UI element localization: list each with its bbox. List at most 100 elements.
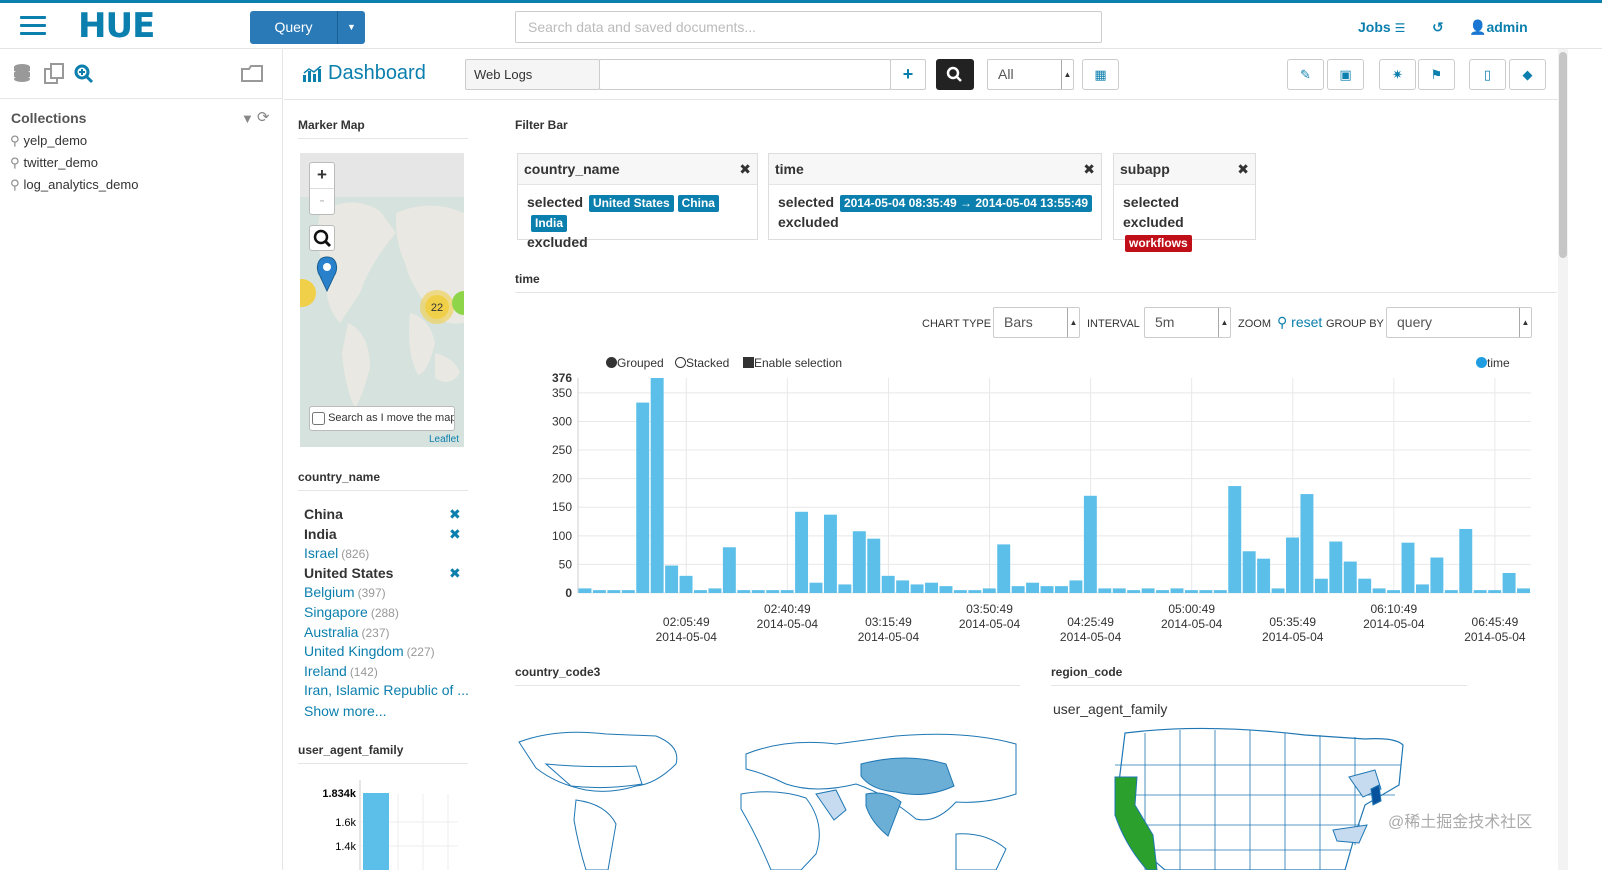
- settings-button[interactable]: ✷: [1379, 59, 1416, 90]
- zoom-box-button[interactable]: [309, 225, 335, 251]
- chart-bar[interactable]: [708, 588, 722, 593]
- series-legend[interactable]: time: [1476, 356, 1510, 370]
- interval-select[interactable]: 5m ▲: [1144, 307, 1231, 338]
- hamburger-menu-icon[interactable]: [20, 16, 46, 36]
- leaflet-attribution[interactable]: Leaflet: [429, 434, 459, 445]
- chart-bar[interactable]: [1055, 586, 1068, 593]
- chart-bar[interactable]: [968, 590, 982, 593]
- chart-bar[interactable]: [1242, 551, 1256, 593]
- marker-map[interactable]: 22 + - Search as I move the map Leaflet: [300, 153, 464, 447]
- caret-down-icon[interactable]: ▼: [338, 11, 365, 44]
- chart-bar[interactable]: [910, 584, 924, 593]
- chart-bar[interactable]: [1329, 541, 1343, 593]
- chart-bar[interactable]: [1286, 537, 1299, 593]
- india-region[interactable]: [865, 792, 902, 837]
- documents-icon[interactable]: [43, 63, 65, 85]
- chart-bar[interactable]: [881, 575, 895, 593]
- chart-bar[interactable]: [1127, 590, 1141, 593]
- excluded-tag[interactable]: workflows: [1125, 235, 1192, 252]
- chart-bar[interactable]: [896, 580, 910, 593]
- chart-bar[interactable]: [838, 584, 852, 593]
- time-bar-chart[interactable]: 05010015020025030035037602:05:492014-05-…: [540, 372, 1540, 647]
- uaf-bar[interactable]: [363, 793, 389, 870]
- chart-bar[interactable]: [694, 590, 707, 593]
- chart-bar[interactable]: [1141, 588, 1155, 593]
- chart-bar[interactable]: [795, 511, 809, 593]
- new-jersey-region[interactable]: [1370, 784, 1382, 806]
- chart-bar[interactable]: [997, 544, 1011, 593]
- dashboard-query-input[interactable]: [599, 59, 891, 90]
- chart-bar[interactable]: [809, 582, 823, 593]
- selected-tag[interactable]: United States: [588, 195, 674, 212]
- facet-item[interactable]: China: [304, 506, 343, 522]
- zoom-reset-link[interactable]: ⚲ reset: [1277, 314, 1322, 331]
- facet-item[interactable]: India: [304, 526, 337, 542]
- us-choropleth-map[interactable]: [1105, 725, 1410, 870]
- enable-selection-toggle[interactable]: Enable selection: [743, 356, 842, 370]
- remove-filter-icon[interactable]: ✖: [1083, 161, 1095, 178]
- grouped-radio[interactable]: Grouped: [606, 356, 664, 370]
- chart-bar[interactable]: [1300, 494, 1314, 593]
- search-as-move-checkbox[interactable]: [312, 411, 325, 425]
- chart-bar[interactable]: [1184, 590, 1198, 593]
- selected-tag[interactable]: 2014-05-04 08:35:49 → 2014-05-04 13:55:4…: [839, 195, 1093, 212]
- scrollbar-thumb[interactable]: [1559, 52, 1567, 258]
- facet-item[interactable]: Singapore (288): [304, 604, 399, 620]
- chart-bar[interactable]: [953, 590, 967, 593]
- facet-item[interactable]: United Kingdom (227): [304, 643, 435, 659]
- facet-item[interactable]: Australia (237): [304, 624, 389, 640]
- remove-facet-icon[interactable]: ✖: [449, 506, 461, 523]
- stacked-radio[interactable]: Stacked: [675, 356, 729, 370]
- chart-bar[interactable]: [1199, 590, 1213, 593]
- new-document-button[interactable]: ▯: [1469, 59, 1506, 90]
- remove-filter-icon[interactable]: ✖: [739, 161, 751, 178]
- collection-item[interactable]: ⚲ yelp_demo: [10, 133, 87, 149]
- selected-tag[interactable]: India: [531, 215, 568, 232]
- chart-bar[interactable]: [766, 590, 780, 593]
- chart-bar[interactable]: [722, 547, 736, 593]
- chart-bar[interactable]: [1069, 580, 1083, 593]
- remove-facet-icon[interactable]: ✖: [449, 526, 461, 543]
- filter-icon[interactable]: ▼: [241, 111, 254, 126]
- chart-bar[interactable]: [578, 588, 592, 593]
- usa-region[interactable]: [544, 763, 643, 789]
- search-icon[interactable]: [73, 63, 95, 85]
- chart-bar[interactable]: [1387, 590, 1401, 593]
- scope-select[interactable]: All ▲: [987, 59, 1074, 90]
- chart-bar[interactable]: [1257, 558, 1271, 593]
- chart-bar[interactable]: [1040, 586, 1054, 593]
- chart-bar[interactable]: [1459, 528, 1473, 593]
- chart-bar[interactable]: [1401, 542, 1415, 593]
- global-search-input[interactable]: Search data and saved documents...: [515, 11, 1102, 43]
- chart-bar[interactable]: [1170, 588, 1184, 593]
- chart-bar[interactable]: [679, 575, 693, 593]
- search-button[interactable]: [936, 59, 974, 90]
- chart-bar[interactable]: [636, 402, 650, 593]
- group-by-select[interactable]: query ▲: [1386, 307, 1532, 338]
- chart-bar[interactable]: [1271, 588, 1285, 593]
- search-as-move-control[interactable]: Search as I move the map: [309, 406, 455, 431]
- page-scrollbar[interactable]: [1558, 49, 1568, 870]
- facet-item[interactable]: Israel (826): [304, 545, 369, 561]
- chart-bar[interactable]: [852, 531, 866, 593]
- query-button[interactable]: Query ▼: [250, 11, 365, 44]
- chart-bar[interactable]: [751, 590, 765, 593]
- chart-bar[interactable]: [1026, 582, 1040, 593]
- chart-bar[interactable]: [1083, 495, 1097, 593]
- chart-bar[interactable]: [1314, 578, 1328, 593]
- refresh-icon[interactable]: ⟳: [257, 108, 270, 126]
- chart-bar[interactable]: [607, 590, 621, 593]
- cluster-count[interactable]: 22: [431, 302, 443, 314]
- facet-item[interactable]: Belgium (397): [304, 584, 386, 600]
- chart-bar[interactable]: [1372, 588, 1386, 593]
- folder-icon[interactable]: [240, 63, 264, 83]
- chart-bar[interactable]: [780, 590, 794, 593]
- chart-bar[interactable]: [1444, 590, 1458, 593]
- chart-bar[interactable]: [1098, 588, 1112, 593]
- chart-bar[interactable]: [982, 588, 996, 593]
- chart-bar[interactable]: [939, 586, 953, 593]
- bookmark-button[interactable]: ⚑: [1418, 59, 1455, 90]
- chart-bar[interactable]: [925, 582, 938, 593]
- chart-bar[interactable]: [665, 565, 679, 593]
- history-icon[interactable]: ↺: [1432, 19, 1444, 36]
